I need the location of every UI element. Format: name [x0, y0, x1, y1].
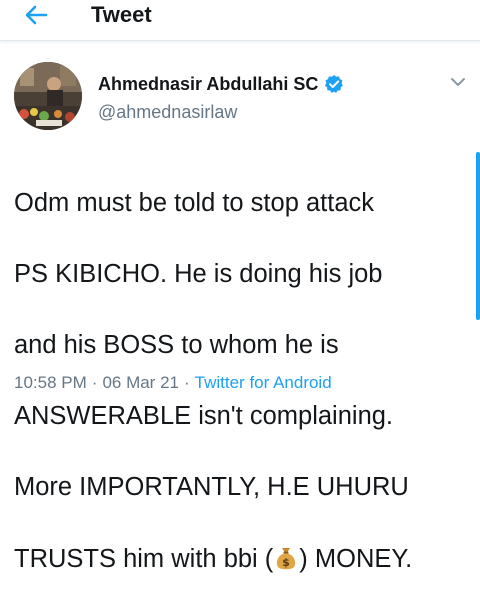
meta-separator: ·	[91, 373, 98, 392]
author-handle[interactable]: @ahmednasirlaw	[98, 101, 237, 123]
tweet-text-line-last: TRUSTS him with bbi ( $ ) MONEY.	[14, 542, 464, 578]
arrow-left-icon	[25, 5, 48, 25]
tweet-time: 10:58 PM	[14, 373, 87, 392]
tweet-text-line: Odm must be told to stop attack	[14, 188, 375, 217]
author-name[interactable]: Ahmednasir Abdullahi SC	[98, 73, 318, 95]
tweet-text-fragment: ) MONEY.	[299, 544, 413, 573]
tweet-meta: 10:58 PM · 06 Mar 21 · Twitter for Andro…	[14, 372, 332, 394]
tweet-source-link[interactable]: Twitter for Android	[195, 372, 332, 394]
tweet-text-fragment: TRUSTS him with bbi (	[14, 544, 274, 573]
tweet-text-line: ANSWERABLE isn't complaining.	[14, 402, 394, 431]
tweet-text-line: and his BOSS to whom he is	[14, 330, 339, 359]
svg-text:$: $	[282, 556, 290, 569]
money-bag-icon: $	[277, 547, 296, 569]
verified-badge-icon	[325, 75, 344, 93]
scrollbar[interactable]	[476, 152, 480, 320]
back-button[interactable]	[18, 0, 54, 30]
avatar[interactable]	[14, 62, 82, 130]
tweet-text-line: PS KIBICHO. He is doing his job	[14, 259, 383, 288]
avatar-photo	[14, 62, 82, 130]
author-name-row[interactable]: Ahmednasir Abdullahi SC	[98, 72, 344, 96]
page-title: Tweet	[91, 2, 152, 27]
tweet-text-line: More IMPORTANTLY, H.E UHURU	[14, 473, 409, 502]
meta-separator: ·	[183, 373, 190, 392]
chevron-down-icon[interactable]	[448, 72, 468, 92]
top-app-bar: Tweet	[0, 0, 480, 41]
tweet-date: 06 Mar 21	[102, 373, 179, 392]
